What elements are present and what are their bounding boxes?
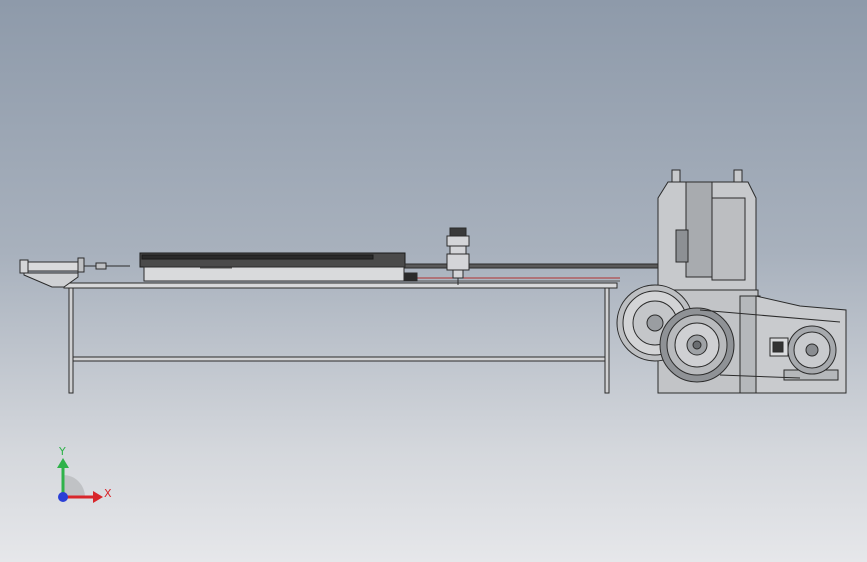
work-table (63, 282, 618, 394)
machine-model[interactable]: Y X (0, 0, 867, 562)
pulley-wheel (659, 307, 735, 383)
cad-viewport[interactable]: Y X (0, 0, 867, 562)
feed-bar (139, 252, 406, 282)
cutting-head (446, 227, 470, 285)
x-axis-label: X (104, 487, 112, 500)
conveyor-rail (404, 263, 661, 282)
axis-triad[interactable]: Y X (57, 445, 112, 503)
z-axis-dot (58, 492, 68, 502)
electric-motor (787, 325, 837, 375)
y-axis-label: Y (58, 445, 66, 458)
